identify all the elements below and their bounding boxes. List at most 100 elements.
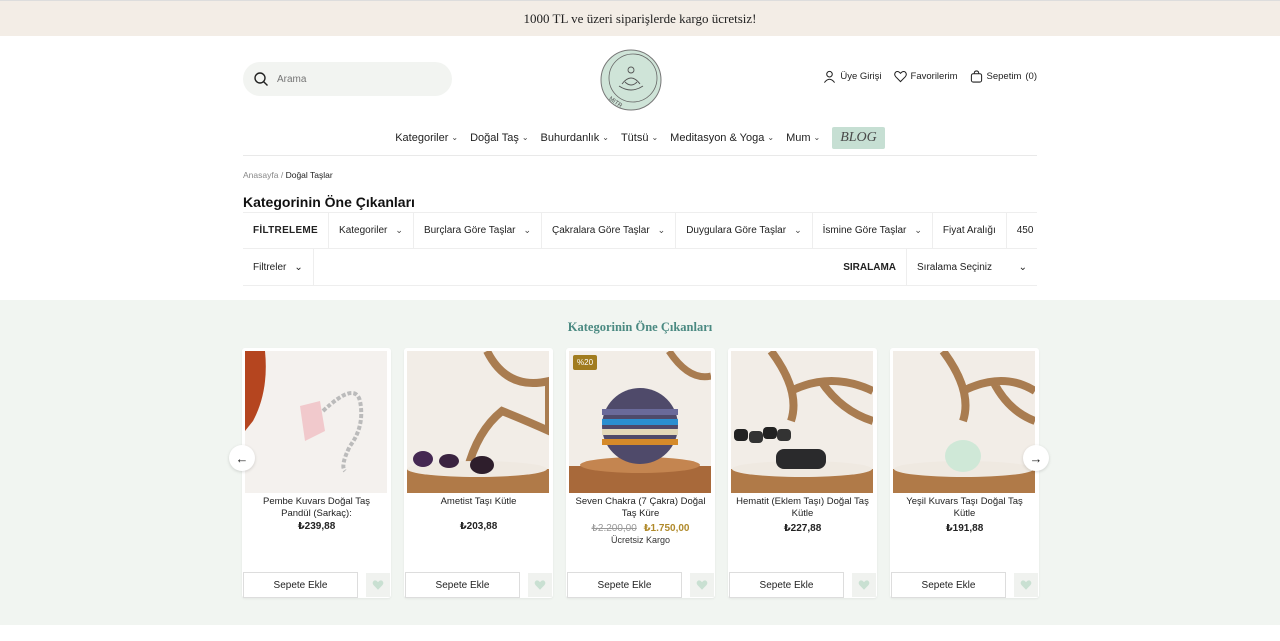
favorites-label: Favorilerim: [910, 71, 958, 82]
product-carousel: Pembe Kuvars Doğal Taş Pandül (Sarkaç): …: [242, 348, 1039, 598]
add-to-cart-button[interactable]: Sepete Ekle: [729, 572, 844, 598]
menu-item-kategoriler[interactable]: Kategoriler ⌄: [395, 132, 458, 144]
add-to-cart-button[interactable]: Sepete Ekle: [243, 572, 358, 598]
filter-price-range[interactable]: Fiyat Aralığı: [933, 213, 1007, 248]
chevron-down-icon: ⌄: [523, 225, 532, 235]
add-to-cart-button[interactable]: Sepete Ekle: [891, 572, 1006, 598]
header: MITR Üye Girişi Favorilerim Sepetim (0): [243, 36, 1037, 120]
hematite-image: [731, 351, 873, 493]
menu-item-label: Doğal Taş: [470, 131, 519, 144]
menu-item-blog[interactable]: BLOG: [832, 126, 885, 149]
sale-price: ₺1.750,00: [643, 523, 690, 534]
product-name[interactable]: Seven Chakra (7 Çakra) Doğal Taş Küre: [572, 496, 709, 520]
lotus-logo-icon: MITR: [600, 49, 662, 111]
favorite-button[interactable]: [852, 573, 876, 597]
sort-label: SIRALAMA: [833, 249, 907, 285]
featured-section: Kategorinin Öne Çıkanları Pembe Kuvars D…: [0, 300, 1280, 625]
product-image[interactable]: [407, 351, 549, 493]
arrow-left-icon: ←: [235, 450, 249, 466]
favorite-button[interactable]: [690, 573, 714, 597]
product-price: ₺227,88: [783, 523, 822, 534]
more-filters-button[interactable]: Filtreler ⌄: [243, 249, 314, 285]
menu-item-mum[interactable]: Mum ⌄: [786, 132, 820, 144]
search-input[interactable]: [277, 73, 437, 85]
chevron-down-icon: ⌄: [521, 133, 529, 142]
sort-select-value: Sıralama Seçiniz: [917, 261, 993, 273]
product-card[interactable]: Hematit (Eklem Taşı) Doğal Taş Kütle ₺22…: [728, 348, 877, 598]
chevron-down-icon: ⌄: [651, 133, 659, 142]
carousel-next-button[interactable]: →: [1023, 445, 1049, 471]
breadcrumb-separator: /: [280, 170, 284, 180]
product-image[interactable]: [893, 351, 1035, 493]
product-card[interactable]: Ametist Taşı Kütle ₺203,88 Sepete Ekle: [404, 348, 553, 598]
filter-duygular[interactable]: Duygulara Göre Taşlar ⌄: [676, 213, 813, 248]
product-name[interactable]: Yeşil Kuvars Taşı Doğal Taş Kütle: [896, 496, 1033, 520]
favorite-button[interactable]: [1014, 573, 1038, 597]
product-image[interactable]: [731, 351, 873, 493]
menu-item-label: Mum: [786, 131, 811, 144]
old-price: ₺2.200,00: [591, 523, 637, 534]
product-card[interactable]: %20 Seven Chakra (7 Çakra) Doğal Taş Kür…: [566, 348, 715, 598]
more-filters-label: Filtreler: [253, 261, 287, 273]
chevron-down-icon: ⌄: [602, 133, 609, 142]
filter-item-label: Burçlara Göre Taşlar: [423, 225, 516, 236]
chevron-down-icon: ⌄: [914, 225, 922, 235]
search-icon: [254, 72, 268, 86]
carousel-prev-button[interactable]: ←: [229, 445, 255, 471]
add-to-cart-button[interactable]: Sepete Ekle: [567, 572, 682, 598]
chevron-down-icon: ⌄: [657, 225, 666, 235]
filter-burclar[interactable]: Burçlara Göre Taşlar ⌄: [414, 213, 543, 248]
chevron-down-icon: ⌄: [813, 133, 821, 142]
product-card[interactable]: Yeşil Kuvars Taşı Doğal Taş Kütle ₺191,8…: [890, 348, 1039, 598]
heart-icon: [696, 580, 708, 590]
menu-item-label: Kategoriler: [395, 131, 449, 144]
add-to-cart-button[interactable]: Sepete Ekle: [405, 572, 520, 598]
product-image[interactable]: [569, 351, 711, 493]
product-image[interactable]: [245, 351, 387, 493]
menu-item-label: Buhurdanlık: [540, 131, 600, 144]
featured-title: Kategorinin Öne Çıkanları: [567, 320, 713, 334]
login-link[interactable]: Üye Girişi: [823, 70, 882, 83]
filter-kategoriler[interactable]: Kategoriler ⌄: [329, 213, 414, 248]
product-card[interactable]: Pembe Kuvars Doğal Taş Pandül (Sarkaç): …: [242, 348, 391, 598]
product-name[interactable]: Hematit (Eklem Taşı) Doğal Taş Kütle: [734, 496, 871, 520]
category-area: Anasayfa / Doğal Taşlar Kategorinin Öne …: [243, 170, 1037, 286]
product-name[interactable]: Ametist Taşı Kütle: [410, 496, 547, 508]
logo[interactable]: MITR: [599, 48, 663, 112]
filter-cakralar[interactable]: Çakralara Göre Taşlar ⌄: [542, 213, 677, 248]
menu-item-buhurdanlik[interactable]: Buhurdanlık ⌄: [541, 132, 609, 144]
sort-bar: Filtreler ⌄ SIRALAMA Sıralama Seçiniz ⌄: [243, 249, 1037, 286]
bag-icon: [970, 70, 982, 83]
favorite-button[interactable]: [366, 573, 390, 597]
heart-icon: [858, 580, 870, 590]
chevron-down-icon: ⌄: [794, 225, 802, 235]
category-title: Kategorinin Öne Çıkanları: [243, 194, 415, 210]
chevron-down-icon: ⌄: [395, 225, 403, 235]
product-price: ₺191,88: [945, 523, 984, 534]
user-icon: [824, 70, 836, 83]
discount-badge: %20: [573, 355, 598, 370]
filter-isim[interactable]: İsmine Göre Taşlar ⌄: [813, 213, 933, 248]
breadcrumb-home[interactable]: Anasayfa: [243, 170, 278, 180]
page-bottom: [0, 625, 1280, 641]
sort-select[interactable]: Sıralama Seçiniz ⌄: [907, 249, 1037, 285]
product-price-row: ₺2.200,00 ₺1.750,00: [566, 523, 715, 534]
main-menu: Kategoriler ⌄ Doğal Taş ⌄ Buhurdanlık ⌄ Tüt…: [243, 120, 1037, 156]
menu-item-dogal-tas[interactable]: Doğal Taş ⌄: [470, 132, 528, 144]
product-count: 450 Ürün: [1016, 225, 1037, 236]
search-box[interactable]: [243, 62, 452, 96]
product-name[interactable]: Pembe Kuvars Doğal Taş Pandül (Sarkaç):: [248, 496, 385, 520]
menu-item-tutsu[interactable]: Tütsü ⌄: [621, 132, 658, 144]
announcement-text: 1000 TL ve üzeri siparişlerde kargo ücre…: [523, 10, 757, 26]
favorite-button[interactable]: [528, 573, 552, 597]
pink-quartz-pendulum-image: [245, 351, 387, 493]
arrow-right-icon: →: [1029, 450, 1043, 466]
chevron-down-icon: ⌄: [1018, 261, 1027, 273]
menu-item-meditasyon-yoga[interactable]: Meditasyon & Yoga ⌄: [670, 132, 774, 144]
breadcrumb-current: Doğal Taşlar: [285, 170, 333, 180]
heart-icon: [372, 580, 384, 590]
favorites-link[interactable]: Favorilerim: [893, 70, 958, 83]
cart-link[interactable]: Sepetim (0): [970, 70, 1037, 83]
menu-item-label: Meditasyon & Yoga: [670, 131, 765, 144]
filter-item-label: Duygulara Göre Taşlar: [686, 225, 787, 236]
